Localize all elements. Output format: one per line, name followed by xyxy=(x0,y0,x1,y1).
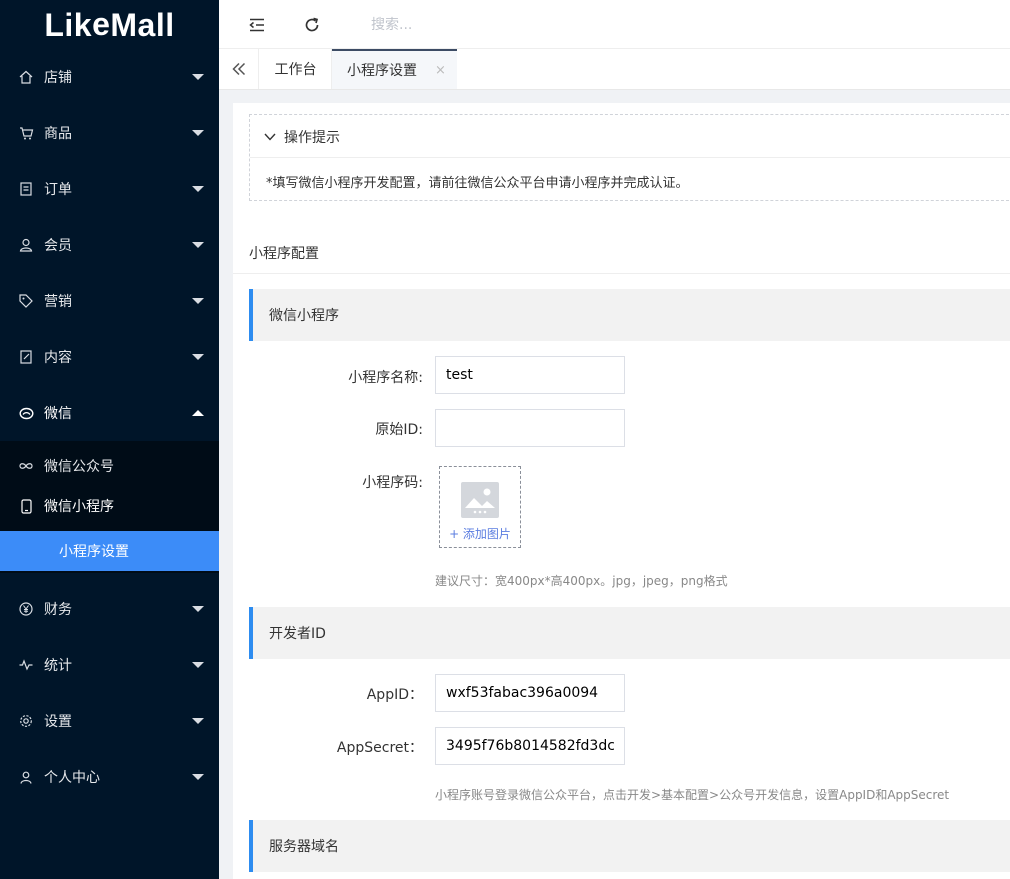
main-content: 操作提示 *填写微信小程序开发配置，请前往微信公众平台申请小程序并完成认证。 小… xyxy=(233,103,1010,879)
origin-id-field[interactable] xyxy=(435,409,625,447)
chevron-down-icon xyxy=(192,186,204,192)
tips-toggle[interactable]: 操作提示 xyxy=(264,127,340,147)
tab-workbench[interactable]: 工作台 xyxy=(260,49,332,89)
group-title: 开发者ID xyxy=(269,626,326,642)
group-title: 服务器域名 xyxy=(269,839,339,855)
tips-panel: 操作提示 *填写微信小程序开发配置，请前往微信公众平台申请小程序并完成认证。 xyxy=(249,114,1010,201)
sidebar-item-label: 营销 xyxy=(44,294,72,310)
cart-icon xyxy=(18,125,34,141)
sidebar-item-wechat-official[interactable]: 微信公众号 xyxy=(0,446,219,486)
group-header-miniprogram: 微信小程序 xyxy=(249,289,1010,341)
appsecret-label: AppSecret： xyxy=(336,740,423,756)
appid-label: AppID： xyxy=(366,687,423,703)
sidebar-item-label: 财务 xyxy=(44,602,72,618)
mobile-icon xyxy=(18,498,34,514)
divider xyxy=(233,273,1010,274)
search-input[interactable] xyxy=(371,14,571,36)
group-header-developer: 开发者ID xyxy=(249,607,1010,659)
chevron-down-icon xyxy=(192,662,204,668)
logo-text: e xyxy=(92,5,111,42)
user-icon xyxy=(18,237,34,253)
top-header xyxy=(219,0,1010,49)
sidebar-item-members[interactable]: 会员 xyxy=(0,217,219,273)
tag-icon xyxy=(18,293,34,309)
content-icon xyxy=(18,349,34,365)
developer-hint: 小程序账号登录微信公众平台，点击开发>基本配置>公众号开发信息，设置AppID和… xyxy=(435,788,950,802)
appsecret-field[interactable] xyxy=(435,727,625,765)
logo[interactable]: Lik e Mall xyxy=(0,0,219,50)
sidebar-item-settings[interactable]: 设置 xyxy=(0,693,219,749)
stats-icon xyxy=(18,657,34,673)
qrcode-label: 小程序码: xyxy=(362,475,423,491)
sidebar-item-miniprogram-settings[interactable]: 小程序设置 xyxy=(0,531,219,571)
sidebar-item-goods[interactable]: 商品 xyxy=(0,105,219,161)
close-icon[interactable]: × xyxy=(435,63,446,78)
add-image-label: + 添加图片 xyxy=(449,527,511,541)
refresh-icon[interactable] xyxy=(303,16,321,34)
order-icon xyxy=(18,181,34,197)
section-title: 小程序配置 xyxy=(249,246,319,262)
chevron-down-icon xyxy=(192,298,204,304)
home-icon xyxy=(18,69,34,85)
tab-bar: 工作台 小程序设置 × xyxy=(219,49,1010,90)
yen-icon xyxy=(18,601,34,617)
tips-text: *填写微信小程序开发配置，请前往微信公众平台申请小程序并完成认证。 xyxy=(266,176,689,191)
sidebar-item-label: 商品 xyxy=(44,126,72,142)
sidebar-item-wechat[interactable]: 微信 xyxy=(0,385,219,441)
link-icon xyxy=(18,458,34,474)
sidebar-item-label: 店铺 xyxy=(44,70,72,86)
size-hint: 建议尺寸：宽400px*高400px。jpg，jpeg，png格式 xyxy=(435,574,728,588)
sidebar-item-label: 个人中心 xyxy=(44,770,100,786)
appid-field[interactable] xyxy=(435,674,625,712)
chevron-down-icon xyxy=(192,354,204,360)
sidebar-item-label: 微信公众号 xyxy=(44,459,114,475)
chevron-down-icon xyxy=(192,74,204,80)
chevron-down-icon xyxy=(192,606,204,612)
sidebar-item-label: 统计 xyxy=(44,658,72,674)
origin-id-label: 原始ID: xyxy=(375,422,423,438)
menu-fold-icon[interactable] xyxy=(248,16,266,34)
tips-title: 操作提示 xyxy=(284,130,340,146)
sidebar-item-label: 订单 xyxy=(44,182,72,198)
tab-miniprogram-settings[interactable]: 小程序设置 × xyxy=(332,49,457,89)
sidebar-item-finance[interactable]: 财务 xyxy=(0,581,219,637)
sidebar-item-label: 小程序设置 xyxy=(59,544,129,560)
sidebar-item-shop[interactable]: 店铺 xyxy=(0,49,219,105)
wechat-icon xyxy=(18,405,34,421)
sidebar-item-orders[interactable]: 订单 xyxy=(0,161,219,217)
name-label: 小程序名称: xyxy=(348,370,423,386)
chevron-down-icon xyxy=(192,242,204,248)
sidebar-item-label: 会员 xyxy=(44,238,72,254)
add-image-button[interactable]: + 添加图片 xyxy=(439,466,521,548)
group-title: 微信小程序 xyxy=(269,308,339,324)
divider xyxy=(250,157,1010,158)
chevron-down-icon xyxy=(192,774,204,780)
sidebar: Lik e Mall 店铺 商品 订单 会员 营销 内容 微信 微信公众号 微信… xyxy=(0,0,219,879)
gear-icon xyxy=(18,713,34,729)
sidebar-item-label: 设置 xyxy=(44,714,72,730)
sidebar-item-wechat-miniprogram[interactable]: 微信小程序 xyxy=(0,486,219,526)
tab-label: 小程序设置 xyxy=(347,63,417,79)
miniprogram-name-field[interactable] xyxy=(435,356,625,394)
sidebar-item-label: 微信小程序 xyxy=(44,499,114,515)
sidebar-item-content[interactable]: 内容 xyxy=(0,329,219,385)
tab-label: 工作台 xyxy=(274,62,317,78)
group-header-server: 服务器域名 xyxy=(249,820,1010,872)
sidebar-item-label: 微信 xyxy=(44,406,72,422)
sidebar-item-marketing[interactable]: 营销 xyxy=(0,273,219,329)
sidebar-item-profile[interactable]: 个人中心 xyxy=(0,749,219,805)
logo-text: Mall xyxy=(110,6,175,43)
chevron-down-icon xyxy=(264,129,276,145)
chevron-down-icon xyxy=(192,130,204,136)
chevron-down-icon xyxy=(192,718,204,724)
sidebar-item-stats[interactable]: 统计 xyxy=(0,637,219,693)
chevron-up-icon xyxy=(192,410,204,416)
double-chevron-left-icon[interactable] xyxy=(219,49,259,89)
sidebar-item-label: 内容 xyxy=(44,350,72,366)
logo-text: Lik xyxy=(44,6,93,43)
image-icon xyxy=(461,482,499,518)
person-icon xyxy=(18,769,34,785)
